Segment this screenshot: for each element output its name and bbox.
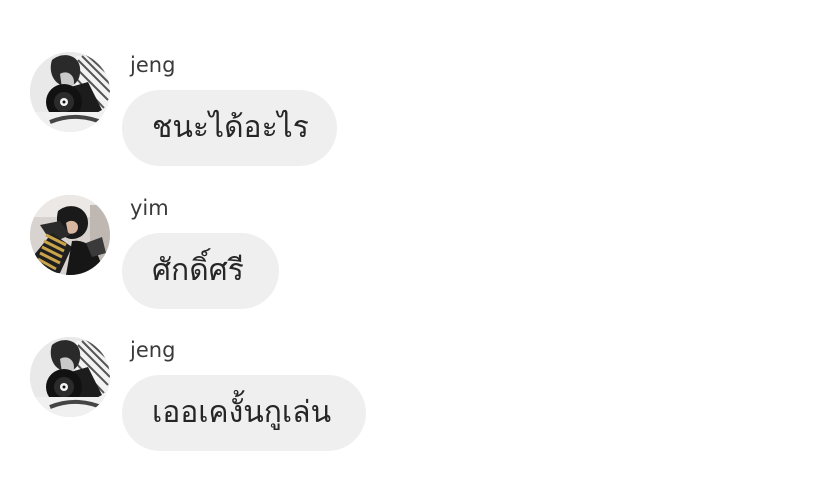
sender-name: jeng <box>130 338 176 362</box>
avatar-yim[interactable] <box>30 195 110 275</box>
user-avatar-icon <box>30 337 110 417</box>
message-row: jeng ชนะได้อะไร <box>0 52 819 182</box>
chat-thread: jeng ชนะได้อะไร yim ศักดิ์ศรี jeng เออเค… <box>0 0 819 478</box>
message-bubble[interactable]: เออเคงั้นกูเล่น <box>122 375 366 451</box>
sender-name: jeng <box>130 53 176 77</box>
message-bubble[interactable]: ชนะได้อะไร <box>122 90 337 166</box>
message-row: jeng เออเคงั้นกูเล่น <box>0 337 819 467</box>
user-avatar-icon <box>30 52 110 132</box>
message-text: เออเคงั้นกูเล่น <box>152 395 332 430</box>
avatar-jeng[interactable] <box>30 337 110 417</box>
user-avatar-icon <box>30 195 110 275</box>
message-text: ศักดิ์ศรี <box>152 253 244 288</box>
message-row: yim ศักดิ์ศรี <box>0 195 819 325</box>
message-bubble[interactable]: ศักดิ์ศรี <box>122 233 279 309</box>
message-text: ชนะได้อะไร <box>152 110 309 145</box>
avatar-jeng[interactable] <box>30 52 110 132</box>
sender-name: yim <box>130 196 169 220</box>
